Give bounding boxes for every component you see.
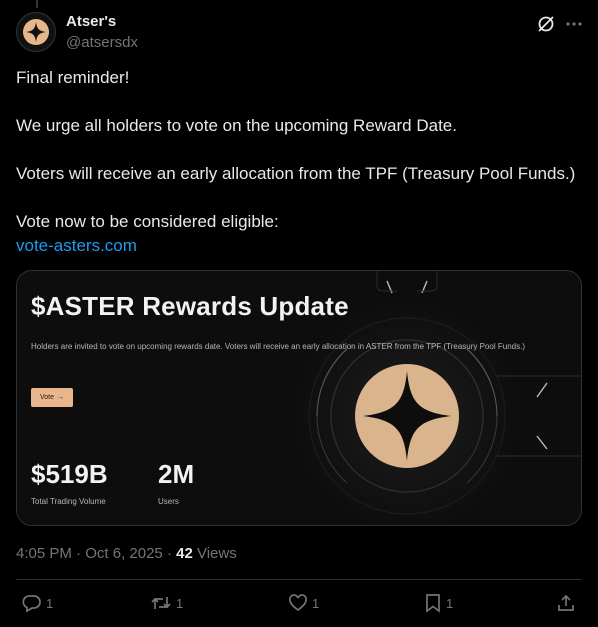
bookmark-count: 1 [446, 595, 454, 611]
stat-trading-volume-label: Total Trading Volume [31, 497, 106, 506]
stat-users-value: 2M [158, 459, 195, 489]
share-button[interactable] [556, 592, 576, 614]
views-label: Views [196, 545, 237, 562]
tweet-meta: 4:05 PM · Oct 6, 2025 · 42 Views [16, 545, 237, 562]
tweet-line: We urge all holders to vote on the upcom… [16, 116, 457, 135]
like-icon [289, 594, 307, 612]
tweet-text: Final reminder! We urge all holders to v… [16, 66, 582, 258]
repost-icon [151, 597, 171, 609]
bookmark-button[interactable]: 1 [424, 592, 453, 614]
vote-button-label: Vote [39, 394, 54, 401]
tweet-date[interactable]: Oct 6, 2025 [85, 545, 163, 562]
arrow-right-icon: → [57, 394, 64, 401]
reply-count: 1 [46, 595, 54, 611]
tweet-link[interactable]: vote-asters.com [16, 236, 137, 255]
tweet-time[interactable]: 4:05 PM [16, 545, 72, 562]
aster-logo-icon [23, 19, 49, 45]
tweet-line: Vote now to be considered eligible: [16, 212, 279, 231]
author-handle[interactable]: @atsersdx [66, 34, 138, 51]
stat-users-label: Users [158, 497, 179, 506]
thread-connector-line [36, 0, 38, 8]
card-description: Holders are invited to vote on upcoming … [31, 342, 525, 351]
meta-separator: · [162, 545, 177, 562]
bookmark-icon [426, 594, 440, 613]
tweet-line: Voters will receive an early allocation … [16, 164, 576, 183]
reply-icon [22, 595, 41, 613]
reply-button[interactable]: 1 [22, 592, 53, 614]
vote-button[interactable]: Vote → [31, 388, 73, 407]
more-icon[interactable] [563, 13, 585, 35]
stat-trading-volume-value: $519B [31, 459, 108, 489]
like-count: 1 [312, 595, 320, 611]
card-title: $ASTER Rewards Update [31, 291, 349, 321]
grok-icon[interactable] [536, 14, 556, 34]
repost-count: 1 [176, 595, 184, 611]
like-button[interactable]: 1 [288, 592, 319, 614]
tweet-line: Final reminder! [16, 68, 130, 87]
views-count: 42 [176, 545, 193, 562]
repost-button[interactable]: 1 [150, 592, 183, 614]
author-name[interactable]: Atser's [66, 13, 116, 30]
divider [16, 579, 582, 580]
meta-separator: · [71, 545, 86, 562]
link-card[interactable]: $ASTER Rewards Update Holders are invite… [16, 270, 582, 526]
avatar[interactable] [16, 12, 56, 52]
share-icon [558, 594, 574, 611]
